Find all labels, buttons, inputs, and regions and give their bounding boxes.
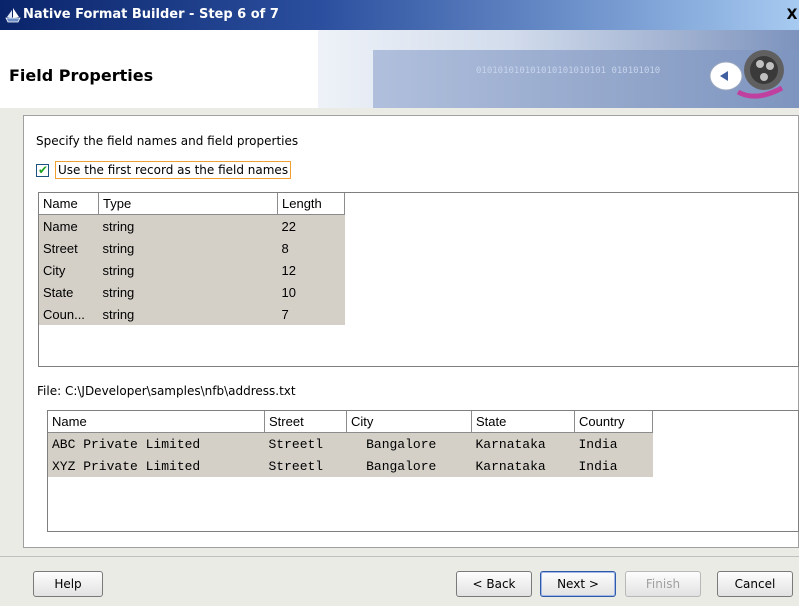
use-first-record-row[interactable]: ✔ Use the first record as the field name…	[36, 160, 292, 180]
cell-name[interactable]: Name	[39, 214, 99, 237]
cell-length[interactable]: 8	[277, 237, 345, 259]
table-header-row: Name Type Length	[39, 193, 345, 215]
cell-name[interactable]: XYZ Private Limited	[48, 455, 265, 477]
wizard-header: Field Properties 01010101010101010101010…	[0, 30, 799, 109]
cell-street[interactable]: Streetl	[264, 432, 347, 455]
finish-button[interactable]: Finish	[625, 571, 701, 597]
cell-city[interactable]: Bangalore	[346, 455, 472, 477]
cell-name[interactable]: City	[39, 259, 99, 281]
checkmark-icon: ✔	[38, 162, 49, 177]
cell-type[interactable]: string	[98, 214, 278, 237]
help-button[interactable]: Help	[33, 571, 103, 597]
table-header-row: Name Street City State Country	[48, 411, 653, 433]
cell-type[interactable]: string	[98, 259, 278, 281]
banner-binary-text: 010101010101010101010101 010101010	[476, 66, 661, 76]
back-button-label: < Back	[472, 577, 516, 591]
cancel-button[interactable]: Cancel	[717, 571, 793, 597]
next-button-label: Next >	[557, 577, 599, 591]
table-row[interactable]: XYZ Private Limited Streetl Bangalore Ka…	[48, 455, 653, 477]
column-header-state[interactable]: State	[471, 411, 575, 433]
title-bar: Native Format Builder - Step 6 of 7 X	[0, 0, 799, 30]
app-icon	[5, 8, 21, 23]
cell-name[interactable]: Street	[39, 237, 99, 259]
page-title: Field Properties	[9, 66, 154, 85]
column-header-street[interactable]: Street	[264, 411, 347, 433]
back-button[interactable]: < Back	[456, 571, 532, 597]
cell-city[interactable]: Bangalore	[346, 432, 472, 455]
table-row[interactable]: Name string 22	[39, 214, 345, 237]
cell-type[interactable]: string	[98, 303, 278, 325]
column-header-name[interactable]: Name	[39, 193, 99, 215]
table-row[interactable]: Street string 8	[39, 237, 345, 259]
table-row[interactable]: City string 12	[39, 259, 345, 281]
cell-name[interactable]: ABC Private Limited	[48, 432, 265, 455]
instruction-text: Specify the field names and field proper…	[36, 134, 299, 148]
cell-country[interactable]: India	[574, 432, 653, 455]
file-path-label: File: C:\JDeveloper\samples\nfb\address.…	[37, 384, 296, 398]
column-header-length[interactable]: Length	[277, 193, 345, 215]
field-properties-table[interactable]: Name Type Length Name string 22 Street s…	[38, 192, 799, 367]
cell-type[interactable]: string	[98, 281, 278, 303]
cell-street[interactable]: Streetl	[264, 455, 347, 477]
header-banner: 010101010101010101010101 010101010	[318, 30, 799, 108]
table-row[interactable]: ABC Private Limited Streetl Bangalore Ka…	[48, 432, 653, 455]
column-header-name[interactable]: Name	[48, 411, 265, 433]
window-title: Native Format Builder - Step 6 of 7	[23, 7, 279, 22]
close-icon[interactable]: X	[785, 6, 799, 24]
column-header-city[interactable]: City	[346, 411, 472, 433]
next-button[interactable]: Next >	[540, 571, 616, 597]
cell-country[interactable]: India	[574, 455, 653, 477]
table-row[interactable]: Coun... string 7	[39, 303, 345, 325]
use-first-record-checkbox[interactable]: ✔	[36, 162, 49, 177]
column-header-type[interactable]: Type	[98, 193, 278, 215]
cell-state[interactable]: Karnataka	[471, 432, 575, 455]
finish-button-label: Finish	[645, 577, 681, 591]
cell-length[interactable]: 7	[277, 303, 345, 325]
cancel-button-label: Cancel	[734, 577, 776, 591]
cell-length[interactable]: 10	[277, 281, 345, 303]
cell-name[interactable]: Coun...	[39, 303, 99, 325]
data-preview-table[interactable]: Name Street City State Country ABC Priva…	[47, 410, 799, 532]
cell-state[interactable]: Karnataka	[471, 455, 575, 477]
cell-name[interactable]: State	[39, 281, 99, 303]
cell-type[interactable]: string	[98, 237, 278, 259]
use-first-record-label[interactable]: Use the first record as the field names	[55, 161, 292, 179]
cell-length[interactable]: 22	[277, 214, 345, 237]
column-header-country[interactable]: Country	[574, 411, 653, 433]
table-row[interactable]: State string 10	[39, 281, 345, 303]
cell-length[interactable]: 12	[277, 259, 345, 281]
help-button-label: Help	[54, 577, 82, 591]
film-reel-icon	[709, 50, 784, 99]
